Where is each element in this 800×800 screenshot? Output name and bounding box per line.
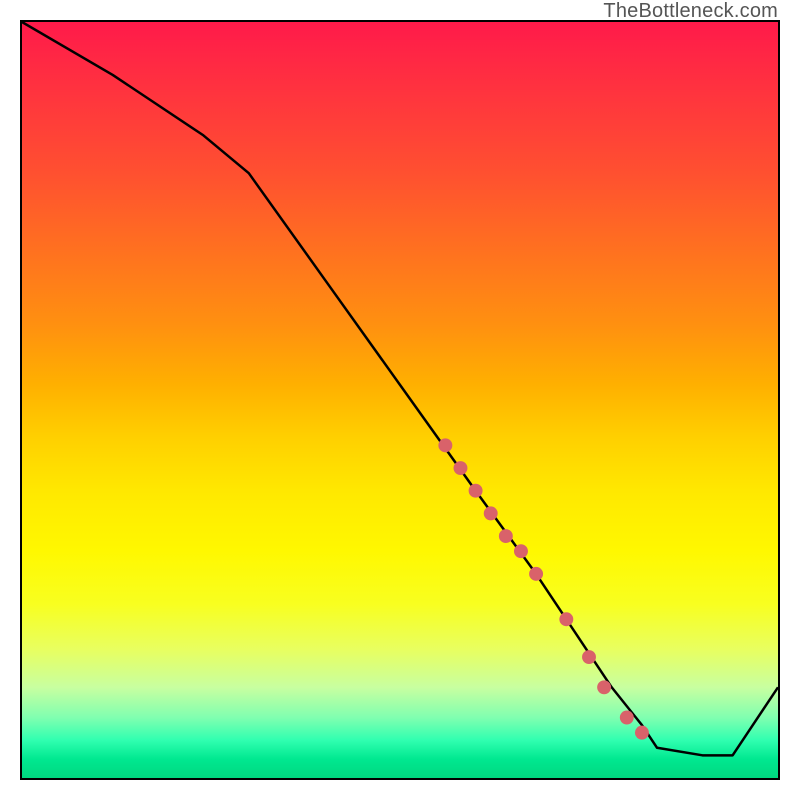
data-point	[529, 567, 543, 581]
data-point	[454, 461, 468, 475]
line-series	[22, 22, 778, 755]
scatter-series	[438, 438, 648, 739]
chart-container: TheBottleneck.com	[0, 0, 800, 800]
data-point	[582, 650, 596, 664]
data-point	[559, 612, 573, 626]
data-point	[469, 484, 483, 498]
watermark-text: TheBottleneck.com	[603, 0, 778, 23]
data-point	[514, 544, 528, 558]
data-point	[635, 726, 649, 740]
curve-path	[22, 22, 778, 755]
data-point	[438, 438, 452, 452]
data-point	[499, 529, 513, 543]
data-point	[484, 506, 498, 520]
data-point	[597, 680, 611, 694]
data-point	[620, 711, 634, 725]
chart-svg	[22, 22, 778, 778]
plot-area	[20, 20, 780, 780]
